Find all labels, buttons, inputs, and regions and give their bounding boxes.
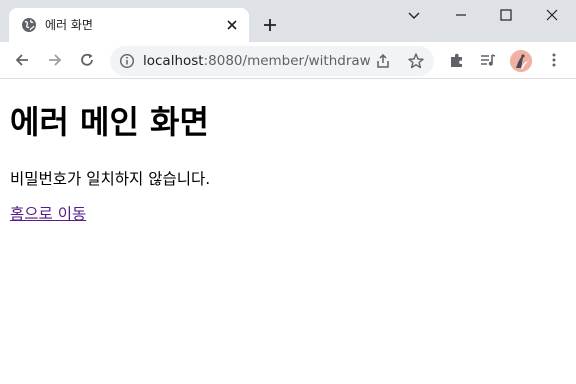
- tab-strip: 에러 화면: [0, 0, 576, 42]
- close-tab-icon[interactable]: [225, 18, 239, 32]
- tab-title: 에러 화면: [45, 18, 93, 32]
- info-icon[interactable]: [119, 53, 135, 69]
- page-content: 에러 메인 화면 비밀번호가 일치하지 않습니다. 홈으로 이동: [0, 80, 576, 384]
- profile-avatar[interactable]: [510, 50, 532, 72]
- globe-icon: [22, 18, 36, 32]
- minimize-icon[interactable]: [452, 6, 470, 24]
- bookmark-star-icon[interactable]: [407, 52, 425, 70]
- address-bar[interactable]: localhost:8080/member/withdraw: [110, 46, 434, 76]
- browser-toolbar: localhost:8080/member/withdraw: [0, 42, 576, 79]
- home-link[interactable]: 홈으로 이동: [10, 204, 86, 224]
- maximize-icon[interactable]: [497, 6, 515, 24]
- url-text[interactable]: localhost:8080/member/withdraw: [143, 52, 371, 70]
- tab-active[interactable]: 에러 화면: [9, 8, 249, 42]
- reload-icon[interactable]: [78, 51, 96, 69]
- kebab-menu-icon[interactable]: [545, 51, 563, 69]
- url-host: localhost: [143, 53, 204, 69]
- page-heading: 에러 메인 화면: [10, 103, 209, 141]
- avatar-image: [510, 50, 532, 72]
- forward-arrow-icon[interactable]: [46, 51, 64, 69]
- url-path: :8080/member/withdraw: [203, 53, 371, 69]
- error-message: 비밀번호가 일치하지 않습니다.: [10, 170, 211, 188]
- tab-search-icon[interactable]: [405, 6, 423, 24]
- close-window-icon[interactable]: [543, 6, 561, 24]
- share-icon[interactable]: [374, 52, 392, 70]
- back-arrow-icon[interactable]: [13, 51, 31, 69]
- new-tab-icon[interactable]: [262, 17, 278, 33]
- media-control-icon[interactable]: [479, 51, 497, 69]
- extensions-puzzle-icon[interactable]: [448, 51, 466, 69]
